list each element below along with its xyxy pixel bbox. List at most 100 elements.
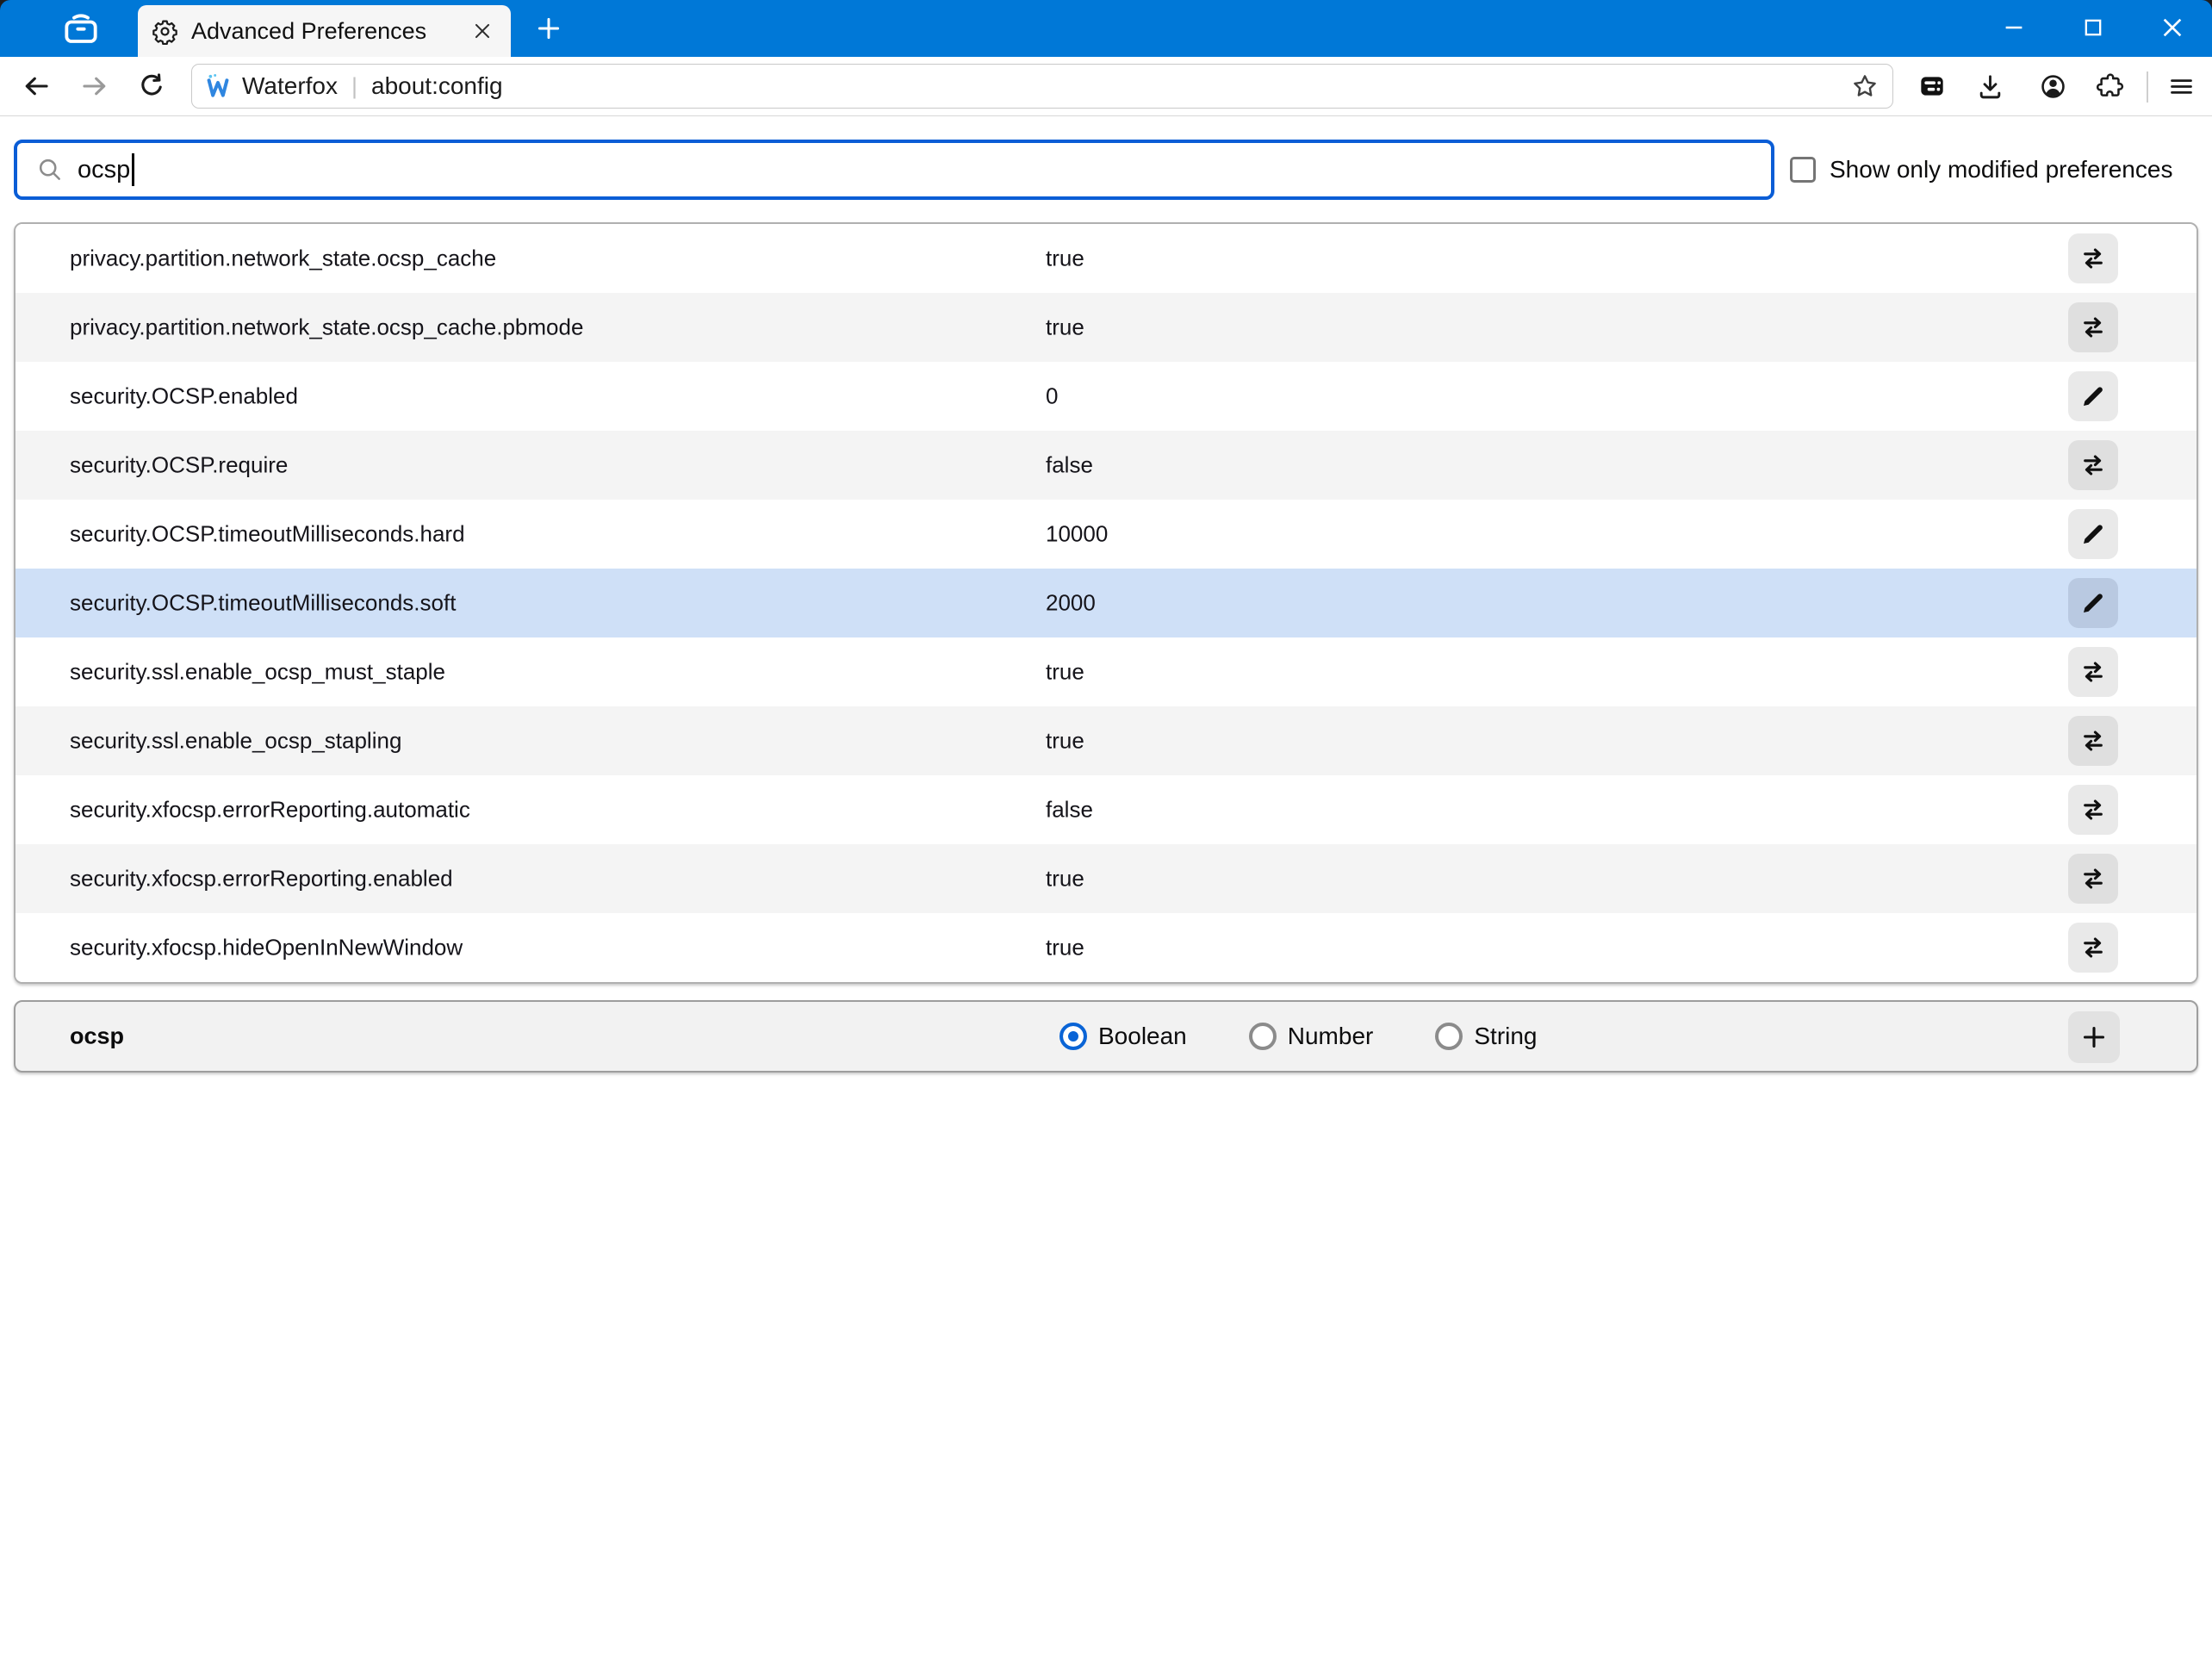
reload-button[interactable]: [127, 62, 176, 110]
gear-icon: [152, 18, 178, 45]
url-address: about:config: [371, 72, 503, 99]
pref-name: security.OCSP.timeoutMilliseconds.soft: [70, 589, 457, 616]
pref-type-radio-group: Boolean Number String: [1059, 1002, 1538, 1071]
edit-button[interactable]: [2068, 371, 2118, 421]
pref-row[interactable]: privacy.partition.network_state.ocsp_cac…: [16, 293, 2196, 362]
extensions-button[interactable]: [2086, 62, 2134, 110]
toggle-button[interactable]: [2068, 716, 2118, 766]
pref-row[interactable]: security.ssl.enable_ocsp_must_staple true: [16, 637, 2196, 706]
type-radio-string[interactable]: String: [1435, 1023, 1538, 1050]
pref-name: privacy.partition.network_state.ocsp_cac…: [70, 314, 584, 340]
menu-icon: [2167, 72, 2196, 101]
toggle-icon: [2079, 727, 2107, 755]
maximize-button[interactable]: [2054, 0, 2133, 55]
pref-value: false: [1046, 451, 1093, 478]
toggle-icon: [2079, 451, 2107, 479]
pref-row[interactable]: security.OCSP.timeoutMilliseconds.hard 10…: [16, 500, 2196, 569]
forward-button[interactable]: [71, 62, 119, 110]
add-preference-button[interactable]: [2068, 1011, 2120, 1063]
toggle-icon: [2079, 245, 2107, 272]
account-icon: [2039, 72, 2067, 101]
toggle-icon: [2079, 934, 2107, 961]
back-button[interactable]: [12, 62, 60, 110]
maximize-icon: [2081, 16, 2105, 40]
pref-row[interactable]: security.OCSP.timeoutMilliseconds.soft 20…: [16, 569, 2196, 637]
pref-row[interactable]: security.OCSP.enabled 0: [16, 362, 2196, 431]
radio-icon: [1435, 1023, 1463, 1050]
pref-name: privacy.partition.network_state.ocsp_cac…: [70, 245, 497, 271]
toggle-icon: [2079, 865, 2107, 892]
pref-name: security.xfocsp.errorReporting.automatic: [70, 796, 470, 823]
navigation-toolbar: Waterfox | about:config: [0, 57, 2212, 116]
minimize-icon: [2001, 15, 2027, 40]
pref-row[interactable]: security.ssl.enable_ocsp_stapling true: [16, 706, 2196, 775]
bookmark-button[interactable]: [1846, 67, 1884, 105]
radio-label: Boolean: [1098, 1023, 1187, 1049]
toggle-button[interactable]: [2068, 854, 2118, 904]
url-brand: Waterfox: [242, 72, 338, 99]
pref-value: true: [1046, 727, 1084, 754]
radio-label: Number: [1287, 1023, 1374, 1049]
window-corner: [0, 0, 12, 12]
pref-row[interactable]: security.xfocsp.errorReporting.enabled tr…: [16, 844, 2196, 913]
pencil-icon: [2080, 383, 2106, 409]
pencil-icon: [2080, 521, 2106, 547]
toggle-icon: [2079, 658, 2107, 686]
type-radio-number[interactable]: Number: [1248, 1023, 1374, 1050]
pref-name: security.OCSP.timeoutMilliseconds.hard: [70, 520, 465, 547]
pref-name: security.xfocsp.errorReporting.enabled: [70, 865, 453, 892]
edit-button[interactable]: [2068, 578, 2118, 628]
toggle-button[interactable]: [2068, 440, 2118, 490]
pref-value: true: [1046, 245, 1084, 271]
downloads-button[interactable]: [1966, 62, 2014, 110]
minimize-button[interactable]: [1974, 0, 2054, 55]
close-window-button[interactable]: [2133, 0, 2212, 55]
show-modified-label: Show only modified preferences: [1830, 156, 2173, 183]
toggle-button[interactable]: [2068, 647, 2118, 697]
pencil-icon: [2080, 590, 2106, 616]
toolbar-separator: [2147, 72, 2148, 103]
close-icon: [2159, 14, 2186, 41]
pref-value: true: [1046, 658, 1084, 685]
show-modified-checkbox[interactable]: [1790, 157, 1816, 183]
new-pref-name: ocsp: [70, 1023, 125, 1049]
firefox-view-button[interactable]: [53, 9, 109, 48]
tab-advanced-preferences[interactable]: Advanced Preferences: [138, 5, 511, 57]
pref-row[interactable]: security.xfocsp.hideOpenInNewWindow true: [16, 913, 2196, 982]
pref-name: security.OCSP.require: [70, 451, 289, 478]
radio-label: String: [1474, 1023, 1538, 1049]
account-button[interactable]: [2029, 62, 2077, 110]
toggle-button[interactable]: [2068, 302, 2118, 352]
toggle-button[interactable]: [2068, 233, 2118, 283]
tab-close-button[interactable]: [466, 15, 499, 47]
toggle-icon: [2079, 314, 2107, 341]
pref-name: security.xfocsp.hideOpenInNewWindow: [70, 934, 463, 961]
edit-button[interactable]: [2068, 509, 2118, 559]
toggle-button[interactable]: [2068, 785, 2118, 835]
toggle-icon: [2079, 796, 2107, 824]
pref-row[interactable]: security.xfocsp.errorReporting.automatic…: [16, 775, 2196, 844]
menu-button[interactable]: [2157, 62, 2205, 110]
close-icon: [471, 20, 494, 42]
back-arrow-icon: [22, 72, 51, 101]
forward-arrow-icon: [80, 72, 109, 101]
toggle-button[interactable]: [2068, 923, 2118, 973]
new-tab-button[interactable]: [529, 9, 569, 48]
preferences-search-input[interactable]: ocsp: [14, 140, 1774, 200]
url-bar[interactable]: Waterfox | about:config: [191, 64, 1893, 109]
pref-name: security.ssl.enable_ocsp_must_staple: [70, 658, 445, 685]
pref-value: true: [1046, 934, 1084, 961]
pref-row[interactable]: privacy.partition.network_state.ocsp_cac…: [16, 224, 2196, 293]
radio-icon: [1059, 1023, 1087, 1050]
extensions-icon: [2097, 72, 2124, 100]
star-icon: [1851, 72, 1879, 100]
pref-name: security.ssl.enable_ocsp_stapling: [70, 727, 402, 754]
pref-value: true: [1046, 314, 1084, 340]
storage-button[interactable]: [1908, 62, 1956, 110]
pref-row[interactable]: security.OCSP.require false: [16, 431, 2196, 500]
magnifier-icon: [36, 156, 64, 183]
type-radio-boolean[interactable]: Boolean: [1059, 1023, 1187, 1050]
search-value: ocsp: [78, 155, 131, 183]
pref-value: false: [1046, 796, 1093, 823]
tab-title: Advanced Preferences: [191, 17, 427, 44]
